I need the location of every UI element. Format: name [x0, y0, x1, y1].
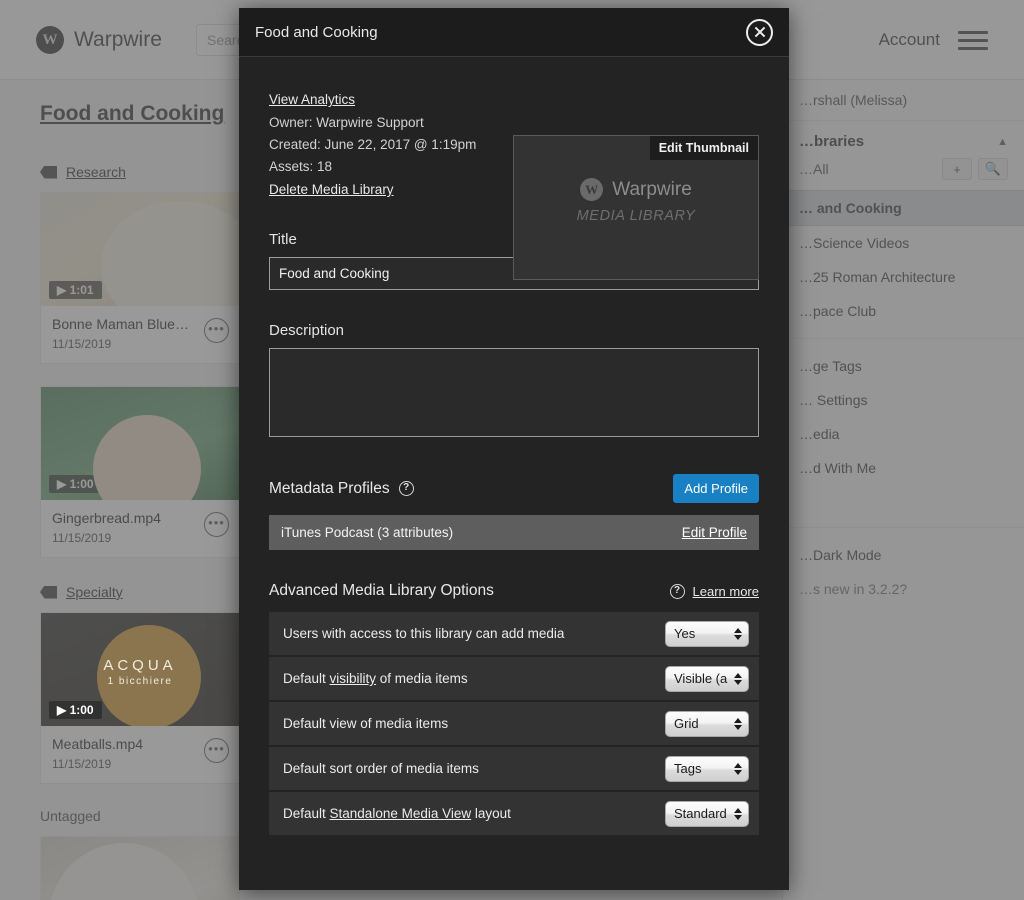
edit-profile-link[interactable]: Edit Profile [682, 525, 747, 540]
option-row-add-media: Users with access to this library can ad… [269, 612, 759, 655]
option-row-default-sort-order: Default sort order of media items Tags [269, 747, 759, 790]
advanced-options-header: Advanced Media Library Options ? Learn m… [269, 582, 759, 600]
thumbnail-logo-name: Warpwire [612, 178, 692, 200]
description-label: Description [269, 322, 345, 339]
option-label: Default view of media items [283, 716, 449, 731]
standalone-layout-select[interactable]: Standard [665, 800, 749, 827]
edit-thumbnail-button[interactable]: Edit Thumbnail [649, 136, 758, 160]
add-media-select[interactable]: Yes [665, 620, 749, 647]
metadata-profiles-header: Metadata Profiles ? Add Profile [269, 474, 759, 503]
select-value[interactable]: Tags [665, 755, 749, 782]
option-label: Default visibility of media items [283, 671, 468, 686]
add-profile-button[interactable]: Add Profile [673, 474, 759, 503]
duration-badge: ▶ 1:00 [49, 701, 102, 719]
option-row-standalone-layout: Default Standalone Media View layout Sta… [269, 792, 759, 835]
metadata-profile-row: iTunes Podcast (3 attributes) Edit Profi… [269, 515, 759, 550]
view-analytics-link[interactable]: View Analytics [269, 92, 355, 107]
delete-media-library-link[interactable]: Delete Media Library [269, 182, 394, 197]
created-text: Created: June 22, 2017 @ 1:19pm [269, 137, 477, 152]
select-value[interactable]: Standard [665, 800, 749, 827]
owner-text: Owner: Warpwire Support [269, 115, 424, 130]
default-sort-order-select[interactable]: Tags [665, 755, 749, 782]
advanced-options-title: Advanced Media Library Options [269, 582, 494, 599]
screen: W Warpwire Search Account Food and Cooki… [0, 0, 1024, 900]
modal-header: Food and Cooking [239, 8, 789, 57]
metadata-profiles-title: Metadata Profiles [269, 479, 390, 497]
library-info: View Analytics Owner: Warpwire Support C… [269, 91, 527, 199]
library-thumbnail[interactable]: Edit Thumbnail W Warpwire MEDIA LIBRARY [513, 135, 759, 280]
option-row-default-view: Default view of media items Grid [269, 702, 759, 745]
option-label: Users with access to this library can ad… [283, 626, 565, 641]
metadata-profile-name: iTunes Podcast (3 attributes) [281, 525, 454, 540]
assets-count-text: Assets: 18 [269, 159, 333, 174]
advanced-options-list: Users with access to this library can ad… [269, 612, 759, 835]
default-visibility-select[interactable]: Visible (a [665, 665, 749, 692]
select-value[interactable]: Yes [665, 620, 749, 647]
modal-body: View Analytics Owner: Warpwire Support C… [239, 57, 789, 835]
select-value[interactable]: Visible (a [665, 665, 749, 692]
option-row-default-visibility: Default visibility of media items Visibl… [269, 657, 759, 700]
question-mark-icon[interactable]: ? [669, 583, 685, 599]
close-icon[interactable] [746, 18, 773, 46]
modal-title: Food and Cooking [255, 23, 378, 41]
description-textarea[interactable] [269, 348, 759, 437]
select-value[interactable]: Grid [665, 710, 749, 737]
edit-media-library-modal: Food and Cooking View Analytics Owner: W… [239, 8, 789, 890]
question-mark-icon[interactable]: ? [398, 481, 414, 496]
thumbnail-logo-subtitle: MEDIA LIBRARY [576, 208, 696, 224]
learn-more-link[interactable]: Learn more [693, 584, 759, 599]
option-label: Default Standalone Media View layout [283, 806, 511, 821]
default-view-select[interactable]: Grid [665, 710, 749, 737]
option-label: Default sort order of media items [283, 761, 479, 776]
thumbnail-overlay-text: ACQUA 1 bicchiere [103, 657, 177, 687]
thumbnail-placeholder-logo: W Warpwire MEDIA LIBRARY [514, 178, 758, 224]
warpwire-logo-icon: W [580, 178, 604, 201]
